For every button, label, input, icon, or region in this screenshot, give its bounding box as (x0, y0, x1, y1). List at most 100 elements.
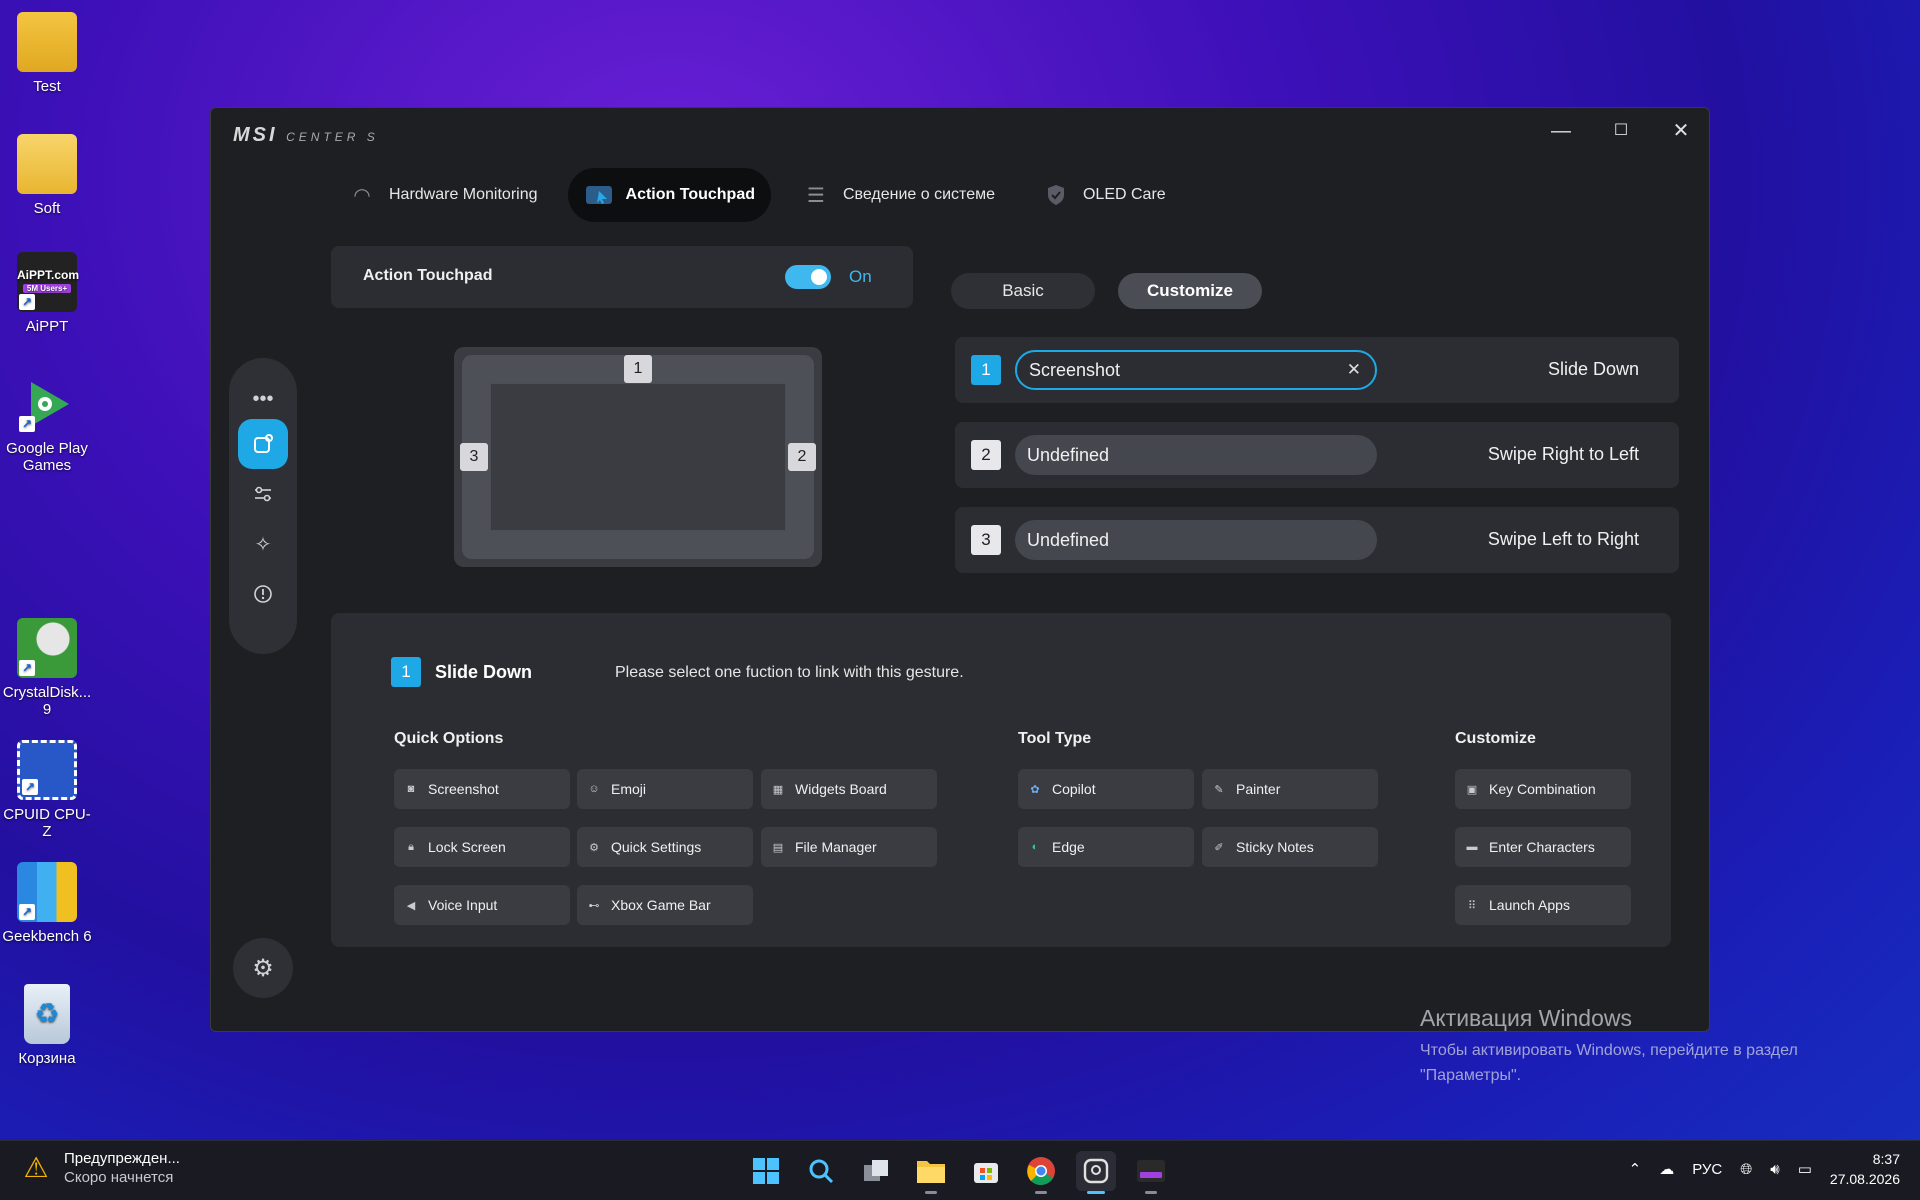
crystaldisk-icon: ↗ (17, 618, 77, 678)
minimize-button[interactable]: — (1541, 116, 1581, 146)
lock-icon: 🔒︎ (408, 840, 414, 853)
note-icon: ✐ (1214, 841, 1224, 854)
logo-text: MSI (233, 124, 278, 146)
shortcut-arrow-icon: ↗ (19, 294, 35, 310)
running-indicator (1145, 1191, 1157, 1194)
widgets-icon: ▦ (772, 783, 784, 796)
option-label: Lock Screen (428, 839, 506, 855)
option-key-combination[interactable]: ▣ Key Combination (1455, 769, 1631, 809)
speaker-icon: ◀ (406, 899, 416, 912)
network-icon[interactable]: 🌐︎ (1740, 1161, 1752, 1178)
option-lock-screen[interactable]: 🔒︎ Lock Screen (394, 827, 570, 867)
option-label: Voice Input (428, 897, 498, 913)
speedometer-icon: ◠ (353, 184, 371, 207)
cpuz-icon: ↗ (17, 740, 77, 800)
tab-label: Сведение о системе (842, 186, 995, 203)
option-label: Painter (1236, 781, 1281, 797)
close-button[interactable]: ✕ (1661, 116, 1701, 146)
battery-icon[interactable]: ▭ (1798, 1160, 1812, 1178)
option-xbox-game-bar[interactable]: ⊷ Xbox Game Bar (577, 885, 753, 925)
toggle-label: Action Touchpad (363, 267, 493, 284)
section-customize: Customize (1455, 730, 1536, 747)
aippt-icon: AiPPT.com 5M Users+ ↗ (17, 252, 79, 312)
action-touchpad-switch[interactable] (785, 265, 831, 289)
sliders-icon[interactable] (238, 469, 288, 519)
desktop-icon-crystaldisk[interactable]: ↗ CrystalDisk... 9 (0, 618, 94, 718)
taskbar-notification[interactable]: ⚠ Предупрежден... Скоро начнется (20, 1150, 180, 1186)
emoji-icon: ☺ (588, 783, 600, 795)
alert-icon[interactable] (238, 569, 288, 619)
store-icon[interactable] (966, 1151, 1006, 1191)
folder-icon (17, 12, 77, 72)
aippt-taskbar-icon[interactable] (1131, 1151, 1171, 1194)
desktop-icon-soft[interactable]: Soft (0, 134, 94, 217)
gesture-row-3[interactable]: 3 Undefined Swipe Left to Right (955, 507, 1679, 573)
option-edge[interactable]: ◐ Edge (1018, 827, 1194, 867)
option-enter-characters[interactable]: ▬ Enter Characters (1455, 827, 1631, 867)
desktop-icon-label: CPUID CPU-Z (3, 806, 91, 840)
touchpad-center (490, 383, 786, 531)
gesture-function-field[interactable]: Undefined (1015, 435, 1377, 475)
option-painter[interactable]: ✎ Painter (1202, 769, 1378, 809)
clock[interactable]: 8:37 27.08.2026 (1830, 1149, 1900, 1189)
option-voice-input[interactable]: ◀ Voice Input (394, 885, 570, 925)
gesture-number-badge: 3 (971, 525, 1001, 555)
language-indicator[interactable]: РУС (1692, 1161, 1722, 1178)
zone-badge-2: 2 (788, 443, 816, 471)
touchpad-gesture-icon[interactable] (238, 419, 288, 469)
touchpad-bottom-zone (462, 531, 814, 559)
tab-system-info[interactable]: ☰ Сведение о системе (785, 168, 1011, 222)
customize-mode-button[interactable]: Customize (1118, 273, 1262, 309)
option-emoji[interactable]: ☺ Emoji (577, 769, 753, 809)
shield-icon (1041, 184, 1071, 206)
gesture-function-field[interactable]: Screenshot ✕ (1015, 350, 1377, 390)
search-icon[interactable] (801, 1151, 841, 1191)
option-file-manager[interactable]: ▤ File Manager (761, 827, 937, 867)
desktop-icon-aippt[interactable]: AiPPT.com 5M Users+ ↗ AiPPT (0, 252, 94, 335)
cloud-offline-icon[interactable]: ☁ (1659, 1160, 1674, 1178)
chevron-up-icon[interactable]: ⌃ (1629, 1160, 1642, 1178)
desktop-icon-geekbench[interactable]: ↗ Geekbench 6 (0, 862, 94, 945)
option-copilot[interactable]: ✿ Copilot (1018, 769, 1194, 809)
chrome-icon[interactable] (1021, 1151, 1061, 1194)
option-label: Edge (1052, 839, 1085, 855)
option-sticky-notes[interactable]: ✐ Sticky Notes (1202, 827, 1378, 867)
gesture-row-2[interactable]: 2 Undefined Swipe Right to Left (955, 422, 1679, 488)
gesture-function-field[interactable]: Undefined (1015, 520, 1377, 560)
settings-gear-icon[interactable]: ⚙ (233, 938, 293, 998)
file-icon: ▤ (772, 841, 784, 854)
sparkle-icon[interactable]: ✧ (238, 519, 288, 569)
file-explorer-icon[interactable] (911, 1151, 951, 1194)
volume-icon[interactable]: 🔊︎ (1770, 1161, 1779, 1178)
tab-action-touchpad[interactable]: Action Touchpad (567, 168, 771, 222)
edge-icon: ◐ (1031, 841, 1039, 853)
copilot-icon: ✿ (1030, 783, 1040, 796)
desktop-icon-test[interactable]: Test (0, 12, 94, 95)
start-button[interactable] (746, 1151, 786, 1191)
gesture-function-value: Screenshot (1029, 360, 1121, 380)
dots-menu-icon[interactable]: ••• (238, 374, 288, 424)
option-quick-settings[interactable]: ⚙ Quick Settings (577, 827, 753, 867)
maximize-button[interactable]: ☐ (1601, 116, 1641, 146)
desktop-icon-recycle-bin[interactable]: ♻ Корзина (0, 984, 94, 1067)
option-widgets-board[interactable]: ▦ Widgets Board (761, 769, 937, 809)
desktop-icon-google-play-games[interactable]: ↗ Google Play Games (0, 374, 94, 474)
option-label: Key Combination (1489, 781, 1596, 797)
tab-hardware-monitoring[interactable]: ◠ Hardware Monitoring (331, 168, 554, 222)
option-launch-apps[interactable]: ⠿ Launch Apps (1455, 885, 1631, 925)
notification-subtitle: Скоро начнется (64, 1169, 174, 1186)
task-view-icon[interactable] (856, 1151, 896, 1191)
option-label: Quick Settings (611, 839, 702, 855)
basic-mode-button[interactable]: Basic (951, 273, 1095, 309)
msi-center-taskbar-icon[interactable] (1076, 1151, 1116, 1194)
desktop-icon-cpuz[interactable]: ↗ CPUID CPU-Z (0, 740, 94, 840)
touchpad-icon (584, 184, 614, 206)
tab-oled-care[interactable]: OLED Care (1025, 168, 1182, 222)
gesture-name: Swipe Right to Left (1487, 444, 1639, 464)
gesture-row-1[interactable]: 1 Screenshot ✕ Slide Down (955, 337, 1679, 403)
function-select-panel: 1 Slide Down Please select one fuction t… (331, 613, 1671, 947)
action-touchpad-toggle-card: Action Touchpad On (331, 246, 913, 308)
option-label: Enter Characters (1489, 839, 1595, 855)
option-screenshot[interactable]: ◙ Screenshot (394, 769, 570, 809)
clear-icon[interactable]: ✕ (1347, 352, 1361, 388)
